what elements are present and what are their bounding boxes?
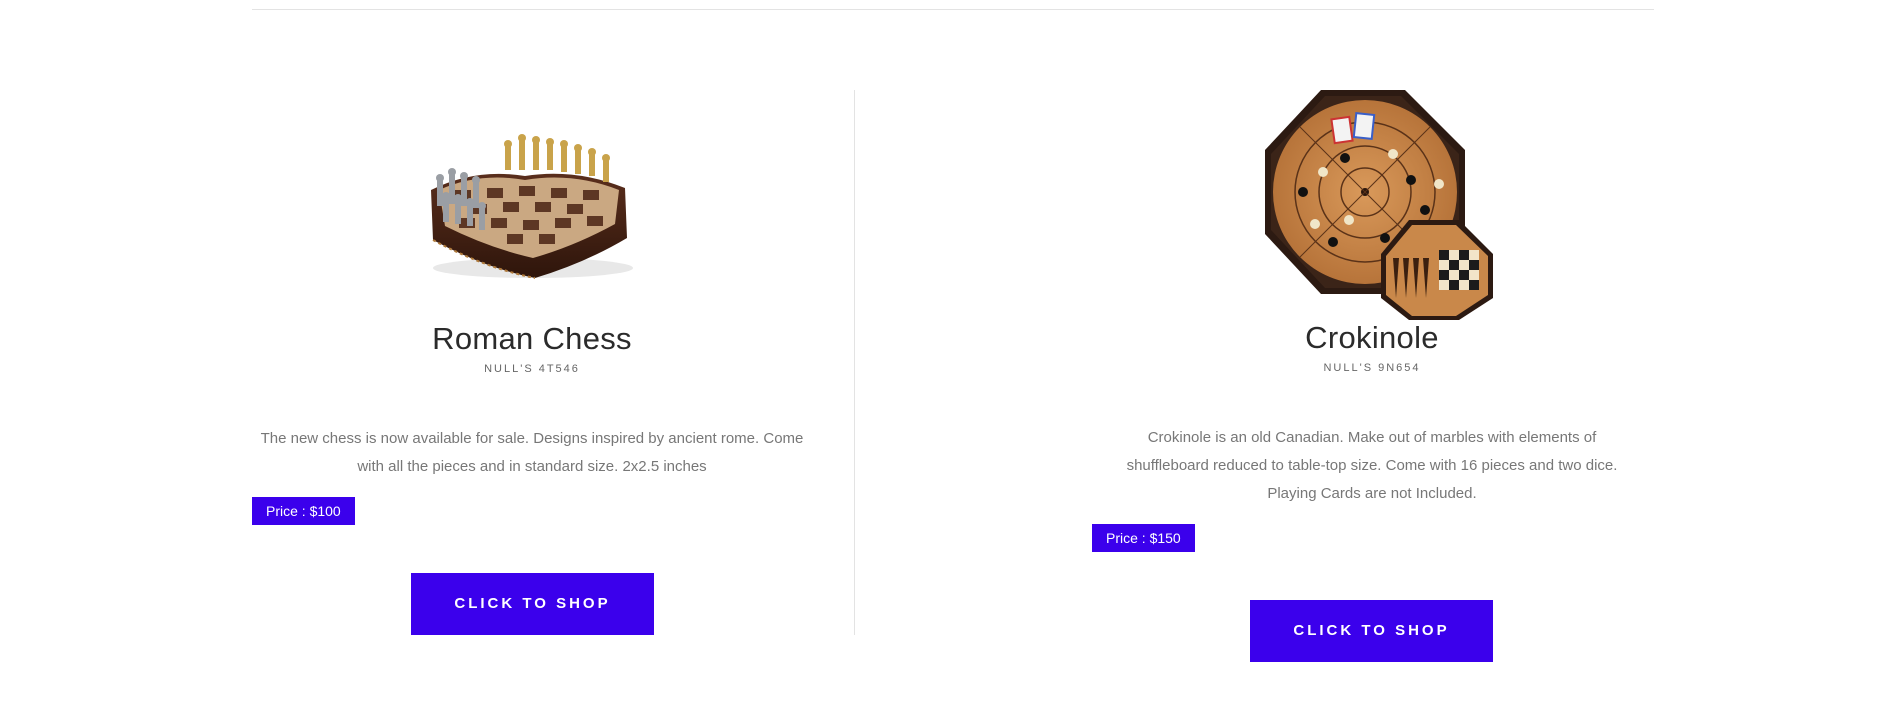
product-sku: NULL'S 9N654 — [1323, 362, 1421, 374]
price-badge: Price : $150 — [1092, 524, 1195, 552]
product-title[interactable]: Roman Chess — [252, 321, 812, 357]
product-title[interactable]: Crokinole — [1092, 320, 1652, 356]
click-to-shop-button[interactable]: CLICK TO SHOP — [1250, 600, 1493, 662]
price-badge: Price : $100 — [252, 497, 355, 525]
click-to-shop-button[interactable]: CLICK TO SHOP — [411, 573, 654, 635]
column-divider — [854, 90, 855, 635]
product-sku: NULL'S 4T546 — [484, 363, 580, 375]
crokinole-image[interactable] — [1263, 88, 1513, 322]
product-description: Crokinole is an old Canadian. Make out o… — [1126, 429, 1618, 502]
roman-chess-image[interactable] — [415, 128, 643, 288]
product-card-crokinole: Crokinole NULL'S 9N654 Crokinole is an o… — [1092, 0, 1652, 705]
product-description: The new chess is now available for sale.… — [260, 430, 804, 475]
product-card-roman-chess: Roman Chess NULL'S 4T546 The new chess i… — [252, 0, 812, 705]
